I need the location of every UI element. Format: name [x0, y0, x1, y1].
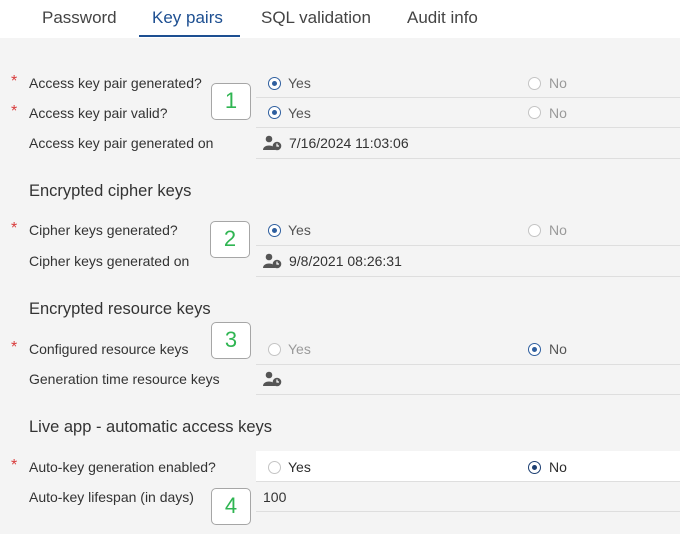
access-key-generated-no-radio[interactable]: [528, 77, 541, 90]
user-clock-icon: [263, 135, 282, 151]
access-key-generated-yes-label[interactable]: Yes: [288, 75, 311, 91]
tab-audit-info[interactable]: Audit info: [407, 0, 478, 36]
cipher-keys-generated-yes-radio[interactable]: [268, 224, 281, 237]
auto-key-lifespan-label: Auto-key lifespan (in days): [29, 489, 194, 505]
tab-sql-validation[interactable]: SQL validation: [261, 0, 371, 36]
tab-bar: Password Key pairs SQL validation Audit …: [0, 0, 680, 38]
configured-resource-keys-no-label[interactable]: No: [549, 341, 567, 357]
cipher-keys-generated-no-radio[interactable]: [528, 224, 541, 237]
user-clock-icon: [263, 253, 282, 269]
field-divider: [256, 511, 680, 512]
access-key-generated-on-label: Access key pair generated on: [29, 135, 214, 151]
required-marker: *: [11, 339, 18, 356]
access-key-generated-no-label[interactable]: No: [549, 75, 567, 91]
required-marker: *: [11, 457, 18, 474]
access-key-valid-label: Access key pair valid?: [29, 105, 168, 121]
access-key-valid-no-label[interactable]: No: [549, 105, 567, 121]
tab-key-pairs[interactable]: Key pairs: [152, 0, 223, 36]
access-key-valid-no-radio[interactable]: [528, 106, 541, 119]
auto-key-generation-yes-label[interactable]: Yes: [288, 459, 311, 475]
cipher-keys-generated-on-value: 9/8/2021 08:26:31: [289, 253, 402, 269]
configured-resource-keys-yes-label[interactable]: Yes: [288, 341, 311, 357]
active-tab-indicator: [139, 35, 240, 37]
required-marker: *: [11, 73, 18, 90]
configured-resource-keys-yes-radio[interactable]: [268, 343, 281, 356]
access-key-generated-yes-radio[interactable]: [268, 77, 281, 90]
field-divider: [256, 276, 680, 277]
tab-password[interactable]: Password: [42, 0, 117, 36]
field-divider: [256, 481, 680, 482]
resource-keys-section-title: Encrypted resource keys: [29, 300, 211, 318]
cipher-keys-generated-no-label[interactable]: No: [549, 222, 567, 238]
auto-key-generation-no-radio[interactable]: [528, 461, 541, 474]
field-divider: [256, 127, 680, 128]
callout-number-3: 3: [211, 322, 251, 359]
field-divider: [256, 97, 680, 98]
callout-number-4: 4: [211, 488, 251, 525]
generation-time-resource-keys-label: Generation time resource keys: [29, 371, 220, 387]
field-divider: [256, 394, 680, 395]
auto-key-generation-no-label[interactable]: No: [549, 459, 567, 475]
field-divider: [256, 245, 680, 246]
cipher-keys-generated-yes-label[interactable]: Yes: [288, 222, 311, 238]
callout-number-1: 1: [211, 83, 251, 120]
auto-key-row-highlight: [256, 451, 680, 481]
field-divider: [256, 364, 680, 365]
auto-key-lifespan-input[interactable]: 100: [263, 489, 286, 505]
access-key-valid-yes-radio[interactable]: [268, 106, 281, 119]
cipher-keys-section-title: Encrypted cipher keys: [29, 182, 192, 200]
cipher-keys-generated-label: Cipher keys generated?: [29, 222, 178, 238]
user-clock-icon: [263, 371, 282, 387]
auto-key-generation-yes-radio[interactable]: [268, 461, 281, 474]
auto-key-generation-label: Auto-key generation enabled?: [29, 459, 216, 475]
required-marker: *: [11, 220, 18, 237]
configured-resource-keys-label: Configured resource keys: [29, 341, 189, 357]
access-key-valid-yes-label[interactable]: Yes: [288, 105, 311, 121]
access-key-generated-label: Access key pair generated?: [29, 75, 202, 91]
configured-resource-keys-no-radio[interactable]: [528, 343, 541, 356]
required-marker: *: [11, 103, 18, 120]
access-key-generated-on-value: 7/16/2024 11:03:06: [289, 135, 409, 151]
cipher-keys-generated-on-label: Cipher keys generated on: [29, 253, 190, 269]
live-app-section-title: Live app - automatic access keys: [29, 418, 273, 436]
field-divider: [256, 158, 680, 159]
callout-number-2: 2: [210, 221, 250, 258]
